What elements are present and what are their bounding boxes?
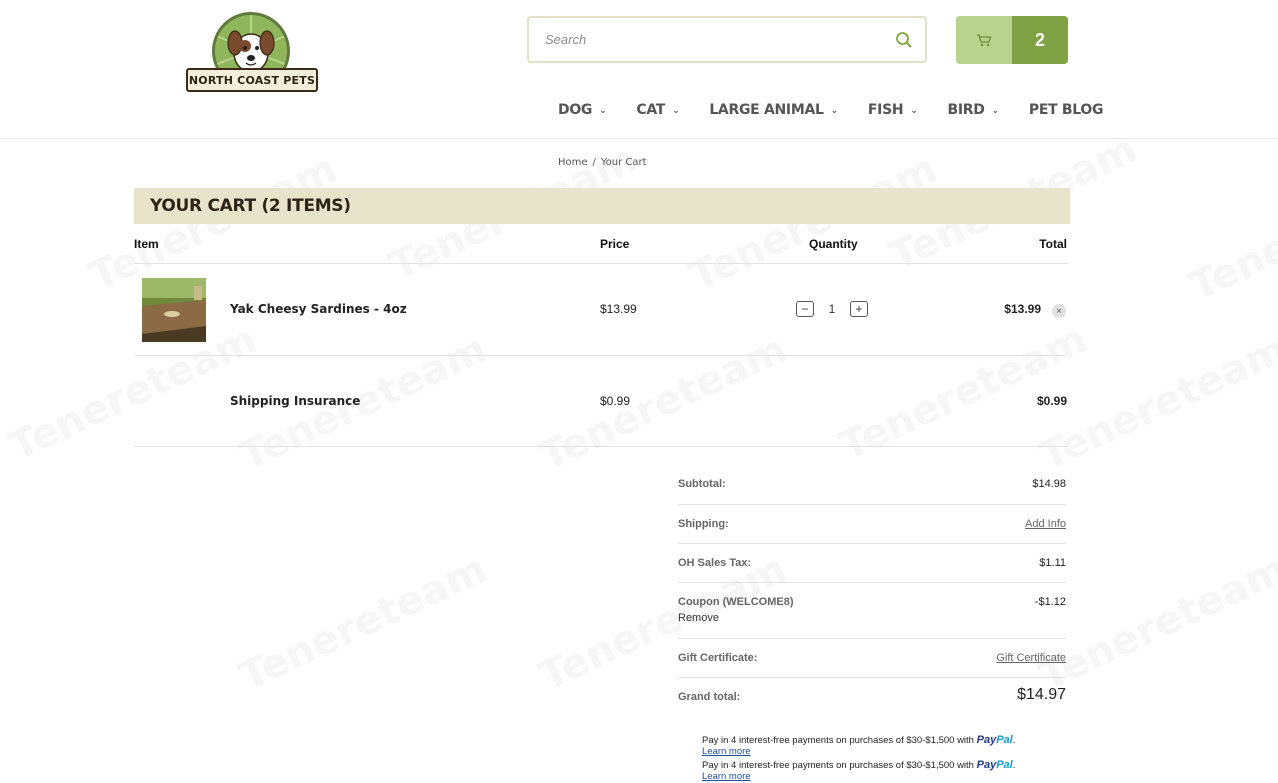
- remove-coupon-link[interactable]: Remove: [678, 612, 719, 624]
- paypal-logo: PayPal: [977, 734, 1013, 746]
- product-name[interactable]: Shipping Insurance: [230, 394, 360, 408]
- column-header-quantity: Quantity: [809, 237, 858, 251]
- breadcrumb-current: Your Cart: [600, 157, 647, 168]
- product-price: $13.99: [600, 302, 637, 316]
- cart-count-badge: 2: [1012, 16, 1068, 64]
- paypal-message-text: Pay in 4 interest-free payments on purch…: [702, 735, 974, 746]
- nav-label: FISH: [867, 102, 904, 118]
- paypal-message: Pay in 4 interest-free payments on purch…: [702, 759, 1015, 771]
- watermark: Tenereteam: [533, 326, 794, 480]
- logo-wordmark: NORTH COAST PETS: [186, 68, 318, 92]
- quantity-decrease-button[interactable]: −: [796, 301, 814, 317]
- divider: [678, 638, 1066, 639]
- grand-total-label: Grand total:: [678, 691, 741, 703]
- product-image[interactable]: [142, 278, 206, 342]
- divider: [678, 543, 1066, 544]
- quantity-value: 1: [828, 302, 836, 316]
- cart-icon: [956, 16, 1012, 64]
- nav-label: CAT: [636, 102, 666, 118]
- coupon-value: -$1.12: [1034, 596, 1066, 608]
- tax-label: OH Sales Tax:: [678, 557, 752, 569]
- cart-title-bar: YOUR CART (2 ITEMS): [134, 188, 1070, 224]
- product-total: $13.99: [1004, 302, 1041, 316]
- paypal-message-text: Pay in 4 interest-free payments on purch…: [702, 760, 974, 771]
- product-total: $0.99: [1036, 394, 1067, 408]
- watermark: Tenereteam: [233, 546, 494, 700]
- chevron-down-icon: ⌄: [672, 106, 680, 116]
- nav-label: LARGE ANIMAL: [709, 102, 824, 118]
- watermark: Tenereteam: [3, 316, 264, 470]
- watermark: Tenereteam: [1183, 156, 1278, 310]
- column-header-total: Total: [1039, 237, 1067, 251]
- watermark: Tenereteam: [1033, 326, 1278, 480]
- column-header-item: Item: [134, 237, 159, 251]
- breadcrumb-separator: /: [592, 157, 596, 168]
- divider: [678, 582, 1066, 583]
- remove-item-button[interactable]: ×: [1052, 304, 1066, 318]
- watermark: Tenereteam: [1033, 546, 1278, 700]
- paypal-logo-pal: Pal: [996, 759, 1013, 771]
- nav-label: DOG: [558, 102, 593, 118]
- paypal-period: .: [1012, 760, 1016, 771]
- paypal-period: .: [1012, 735, 1016, 746]
- search-button[interactable]: [883, 18, 925, 61]
- main-nav: DOG ⌄ CAT ⌄ LARGE ANIMAL ⌄ FISH ⌄ BIRD ⌄ PET …: [558, 102, 1104, 118]
- page-title: YOUR CART (2 ITEMS): [150, 196, 351, 216]
- grand-total-value: $14.97: [1017, 686, 1066, 703]
- coupon-label: Coupon (WELCOME8): [678, 596, 794, 608]
- divider: [134, 355, 1066, 356]
- paypal-logo-pal: Pal: [996, 734, 1013, 746]
- breadcrumb-home[interactable]: Home: [558, 157, 588, 168]
- add-shipping-info-link[interactable]: Add Info: [1025, 518, 1066, 530]
- search-icon: [896, 31, 912, 48]
- chevron-down-icon: ⌄: [599, 106, 607, 116]
- header-divider: [0, 138, 1278, 139]
- close-icon: ×: [1056, 305, 1062, 317]
- paypal-message: Pay in 4 interest-free payments on purch…: [702, 734, 1015, 746]
- breadcrumb: Home / Your Cart: [558, 157, 647, 168]
- tax-value: $1.11: [1039, 557, 1066, 569]
- nav-label: PET BLOG: [1028, 102, 1104, 118]
- paypal-learn-more-link[interactable]: Learn more: [702, 771, 751, 782]
- divider: [678, 504, 1066, 505]
- gift-certificate-link[interactable]: Gift Certificate: [996, 652, 1066, 664]
- shipping-label: Shipping:: [678, 518, 729, 530]
- site-logo[interactable]: NORTH COAST PETS: [186, 12, 318, 94]
- watermark: Tenereteam: [833, 316, 1094, 470]
- nav-item-fish[interactable]: FISH ⌄: [868, 102, 918, 118]
- divider: [134, 446, 1068, 447]
- quantity-increase-button[interactable]: +: [850, 301, 868, 317]
- paypal-learn-more-link[interactable]: Learn more: [702, 746, 751, 757]
- paypal-logo-pay: Pay: [976, 734, 997, 746]
- search-bar: [527, 16, 927, 63]
- chevron-down-icon: ⌄: [910, 106, 918, 116]
- paypal-logo-pay: Pay: [976, 759, 997, 771]
- nav-item-dog[interactable]: DOG ⌄: [558, 102, 607, 118]
- search-input[interactable]: [529, 18, 883, 61]
- subtotal-value: $14.98: [1032, 478, 1066, 490]
- nav-item-cat[interactable]: CAT ⌄: [636, 102, 679, 118]
- cart-button[interactable]: 2: [956, 16, 1068, 64]
- nav-item-large-animal[interactable]: LARGE ANIMAL ⌄: [709, 102, 838, 118]
- chevron-down-icon: ⌄: [991, 106, 1000, 116]
- product-name[interactable]: Yak Cheesy Sardines - 4oz: [230, 302, 407, 316]
- divider: [678, 677, 1066, 678]
- column-header-price: Price: [600, 237, 630, 251]
- divider: [134, 263, 1068, 264]
- nav-label: BIRD: [947, 102, 985, 118]
- chevron-down-icon: ⌄: [830, 106, 839, 116]
- gift-certificate-label: Gift Certificate:: [678, 652, 758, 664]
- subtotal-label: Subtotal:: [678, 478, 726, 490]
- nav-item-pet-blog[interactable]: PET BLOG: [1028, 102, 1104, 118]
- product-price: $0.99: [600, 394, 631, 408]
- paypal-logo: PayPal: [977, 759, 1013, 771]
- nav-item-bird[interactable]: BIRD ⌄: [947, 102, 1000, 118]
